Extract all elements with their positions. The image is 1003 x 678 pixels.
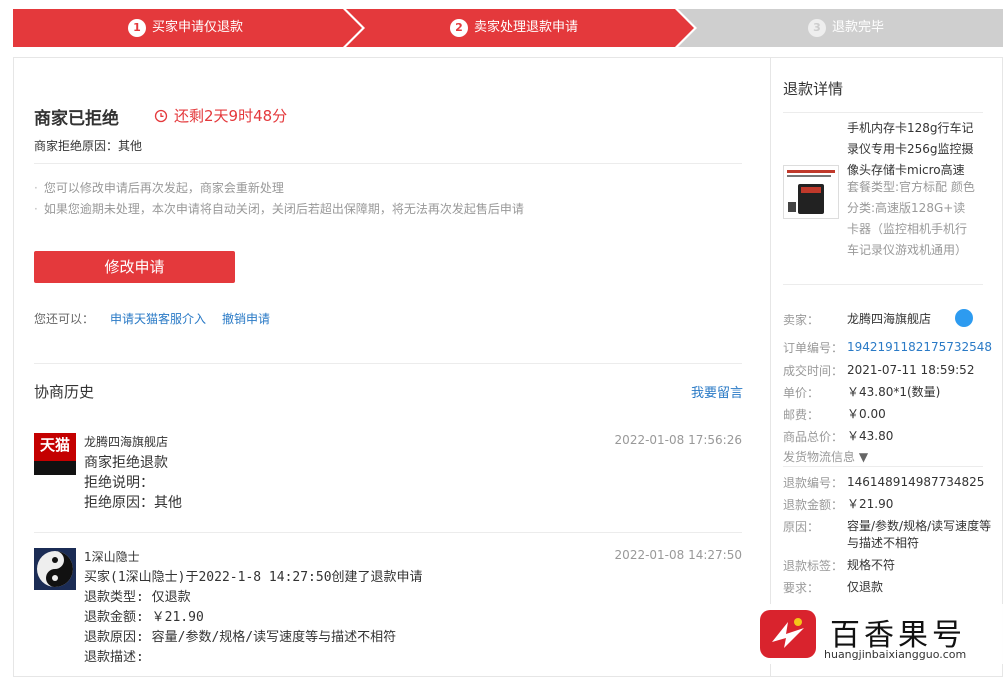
- tips-list: 您可以修改申请后再次发起，商家会重新处理 如果您逾期未处理，本次申请将自动关闭，…: [34, 178, 524, 220]
- price-value: ￥43.80*1(数量): [847, 385, 941, 399]
- status-title: 商家已拒绝: [34, 109, 119, 129]
- deal-time-row: 成交时间： 2021-07-11 18:59:52: [783, 362, 993, 379]
- logistics-toggle[interactable]: 发货物流信息 ▼: [783, 448, 868, 465]
- step-2: 2 卖家处理退款申请: [450, 9, 578, 47]
- divider: [34, 163, 742, 164]
- avatar-strip: [34, 461, 76, 475]
- entry-line: 拒绝说明：: [84, 475, 154, 491]
- memory-card-image: [785, 168, 837, 214]
- deal-time-value: 2021-07-11 18:59:52: [847, 363, 975, 377]
- cancel-request-link[interactable]: 撤销申请: [222, 310, 270, 327]
- entry-author: 龙腾四海旗舰店: [84, 435, 169, 449]
- product-image[interactable]: [783, 165, 839, 219]
- entry-author: 1深山隐士: [84, 550, 140, 564]
- request-intervene-link[interactable]: 申请天猫客服介入: [110, 310, 206, 327]
- refund-no-label: 退款编号：: [783, 476, 844, 490]
- history-title: 协商历史: [34, 383, 95, 401]
- clock-icon: [154, 109, 168, 122]
- entry-line: 买家(1深山隐士)于2022-1-8 14:27:50创建了退款申请: [84, 570, 423, 585]
- user-avatar: [34, 548, 76, 590]
- postage-value: ￥0.00: [847, 407, 886, 421]
- seller-label: 卖家：: [783, 313, 820, 327]
- order-no-row: 订单编号： 1942191182175732548: [783, 339, 993, 356]
- total-label: 商品总价：: [783, 430, 844, 444]
- progress-steps: 1 买家申请仅退款 2 卖家处理退款申请 3 退款完毕: [13, 9, 1003, 47]
- chat-icon[interactable]: [955, 309, 973, 327]
- refund-amount-value: ￥21.90: [847, 497, 894, 511]
- entry-content: 买家(1深山隐士)于2022-1-8 14:27:50创建了退款申请 退款类型:…: [84, 568, 423, 668]
- reject-reason: 商家拒绝原因：其他: [34, 139, 143, 153]
- step-2-number: 2: [450, 19, 468, 37]
- step-2-label: 卖家处理退款申请: [474, 20, 579, 35]
- tag-value: 规格不符: [847, 558, 896, 572]
- step-1: 1 买家申请仅退款: [128, 9, 243, 47]
- more-actions-label: 您还可以：: [34, 312, 95, 326]
- entry-line: 退款原因: 容量/参数/规格/读写速度等与描述不相符: [84, 630, 397, 645]
- step-1-label: 买家申请仅退款: [152, 20, 244, 35]
- price-row: 单价： ￥43.80*1(数量): [783, 384, 993, 401]
- divider: [783, 112, 983, 113]
- require-row: 要求： 仅退款: [783, 579, 993, 596]
- history-entry: 1深山隐士 2022-01-08 14:27:50 买家(1深山隐士)于2022…: [34, 548, 742, 678]
- refund-no-row: 退款编号： 146148914987734825: [783, 474, 993, 491]
- entry-line: 退款金额: ￥21.90: [84, 610, 204, 625]
- divider: [783, 466, 983, 467]
- order-no-label: 订单编号：: [783, 341, 844, 355]
- tag-label: 退款标签：: [783, 559, 844, 573]
- entry-line: 商家拒绝退款: [84, 455, 168, 471]
- divider: [34, 363, 742, 364]
- leave-message-link[interactable]: 我要留言: [691, 382, 743, 401]
- entry-content: 商家拒绝退款 拒绝说明： 拒绝原因：其他: [84, 453, 182, 513]
- product-specs: 套餐类型:官方标配 颜色分类:高速版128G+读卡器（监控相机手机行车记录仪游戏…: [847, 180, 975, 257]
- refund-detail-panel: 退款详情 手机内存卡128g行车记录仪专用卡256g监控摄像头存储卡micro高…: [770, 57, 1003, 677]
- step-1-number: 1: [128, 19, 146, 37]
- entry-line: 退款类型: 仅退款: [84, 590, 191, 605]
- price-label: 单价：: [783, 386, 820, 400]
- require-label: 要求：: [783, 581, 820, 595]
- refund-amount-row: 退款金额： ￥21.90: [783, 496, 993, 513]
- reason-label: 原因：: [783, 520, 820, 534]
- detail-title: 退款详情: [783, 80, 844, 98]
- tip-item: 如果您逾期未处理，本次申请将自动关闭，关闭后若超出保障期，将无法再次发起售后申请: [34, 199, 524, 220]
- product-name[interactable]: 手机内存卡128g行车记录仪专用卡256g监控摄像头存储卡micro高速: [847, 118, 977, 181]
- history-entry: 天猫 龙腾四海旗舰店 2022-01-08 17:56:26 商家拒绝退款 拒绝…: [34, 433, 742, 523]
- brand-logo: [760, 610, 816, 658]
- tmall-avatar: 天猫: [34, 433, 76, 475]
- postage-label: 邮费：: [783, 408, 820, 422]
- logistics-label: 发货物流信息: [783, 450, 856, 464]
- entry-line: 拒绝原因：其他: [84, 495, 182, 511]
- entry-time: 2022-01-08 14:27:50: [614, 548, 742, 562]
- entry-line: 退款描述:: [84, 650, 144, 665]
- yin-yang-icon: [34, 548, 76, 590]
- total-value: ￥43.80: [847, 429, 894, 443]
- postage-row: 邮费： ￥0.00: [783, 406, 993, 423]
- step-3: 3 退款完毕: [808, 9, 884, 47]
- refund-no-value: 146148914987734825: [847, 475, 985, 489]
- refund-amount-label: 退款金额：: [783, 498, 844, 512]
- reason-row: 原因： 容量/参数/规格/读写速度等与描述不相符: [783, 518, 993, 552]
- entry-time: 2022-01-08 17:56:26: [614, 433, 742, 447]
- countdown-text: 还剩2天9时48分: [174, 107, 288, 125]
- deal-time-label: 成交时间：: [783, 364, 844, 378]
- divider: [34, 532, 742, 533]
- watermark: 百香果号 huangjinbaixiangguo.com: [752, 604, 1003, 664]
- refund-status-panel: 商家已拒绝 还剩2天9时48分 商家拒绝原因：其他 您可以修改申请后再次发起，商…: [13, 57, 771, 677]
- tag-row: 退款标签： 规格不符: [783, 557, 993, 574]
- countdown: 还剩2天9时48分: [154, 105, 287, 126]
- tip-item: 您可以修改申请后再次发起，商家会重新处理: [34, 178, 524, 199]
- modify-request-button[interactable]: 修改申请: [34, 251, 235, 283]
- order-no-value[interactable]: 1942191182175732548: [847, 339, 993, 356]
- require-value: 仅退款: [847, 580, 884, 594]
- more-actions: 您还可以： 申请天猫客服介入 撤销申请: [34, 310, 270, 327]
- divider: [783, 284, 983, 285]
- watermark-url: huangjinbaixiangguo.com: [824, 648, 967, 661]
- total-row: 商品总价： ￥43.80: [783, 428, 993, 445]
- caret-down-icon: ▼: [858, 450, 869, 464]
- avatar-text: 天猫: [39, 436, 70, 454]
- reason-value: 容量/参数/规格/读写速度等与描述不相符: [847, 519, 992, 550]
- step-3-number: 3: [808, 19, 826, 37]
- step-3-label: 退款完毕: [832, 20, 885, 35]
